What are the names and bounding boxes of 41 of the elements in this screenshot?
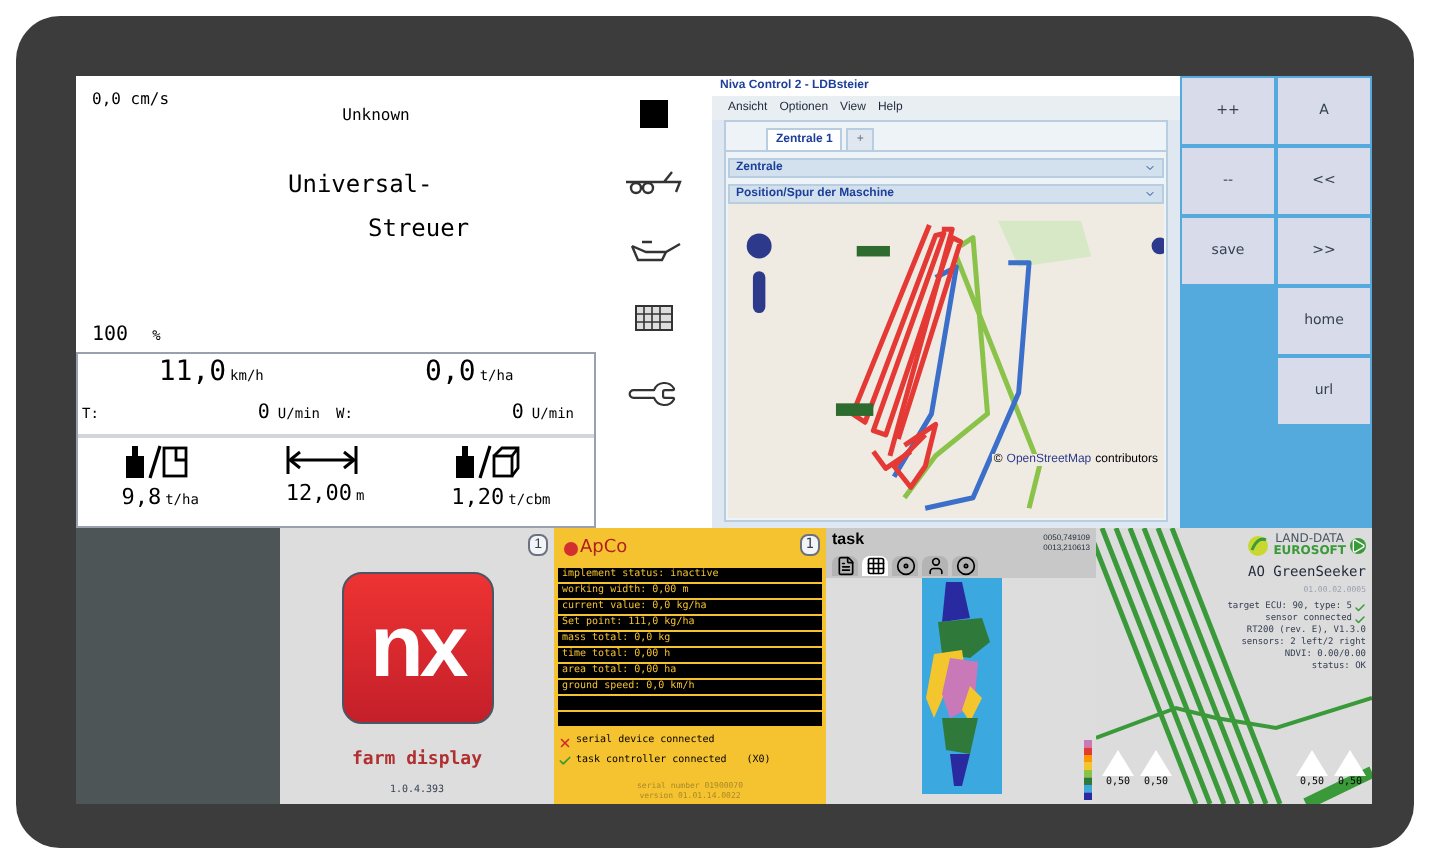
chevron-icon xyxy=(1144,162,1156,174)
apco-logo: ApCo xyxy=(580,535,628,562)
sensor-triangle-icon xyxy=(1138,748,1174,776)
brand-logo-icon xyxy=(1245,532,1270,561)
reading-value: 11,0 xyxy=(158,358,227,387)
grid-icon[interactable] xyxy=(634,304,674,332)
weight-per-area-icon xyxy=(121,444,190,481)
speed-text: 0,0 cm/s xyxy=(92,92,172,108)
rate-percent-text: 100 xyxy=(92,326,129,347)
reading-value: 0,0 xyxy=(425,358,476,387)
app-logo: nx xyxy=(341,572,493,725)
color-legend-drawing xyxy=(1084,740,1092,800)
task-tab[interactable] xyxy=(952,556,978,577)
chevron-icon xyxy=(1144,188,1156,200)
width-arrow-icon xyxy=(285,444,358,477)
rpm-value: 0 xyxy=(511,404,524,425)
weight-per-volume-icon xyxy=(451,444,520,481)
task-tab[interactable] xyxy=(832,556,858,577)
oil-can-icon[interactable] xyxy=(626,236,682,264)
machine-name-text: Streuer xyxy=(368,216,472,240)
status-text: Unknown xyxy=(342,108,410,124)
setting-value: 1,20 xyxy=(451,486,505,509)
disc-icon xyxy=(895,556,915,577)
sensor-triangle-icon xyxy=(1332,748,1368,776)
disc-icon xyxy=(955,556,975,577)
sensor-triangle-icon xyxy=(1294,748,1330,776)
task-tab[interactable] xyxy=(862,556,888,577)
grid-icon xyxy=(865,556,885,577)
trailer-icon[interactable] xyxy=(624,168,684,196)
rpm-value: 0 xyxy=(257,404,270,425)
task-tab[interactable] xyxy=(922,556,948,577)
sensor-triangle-icon xyxy=(1100,748,1136,776)
task-tab[interactable] xyxy=(892,556,918,577)
machine-name-text: Universal- xyxy=(288,172,435,196)
person-icon xyxy=(925,556,945,577)
task-title: task xyxy=(832,532,865,549)
app-name: farm display xyxy=(351,748,483,775)
setting-value: 12,00 xyxy=(285,482,353,505)
page-icon xyxy=(835,556,855,577)
setting-value: 9,8 xyxy=(121,486,162,509)
logo-mark-icon xyxy=(564,541,578,556)
